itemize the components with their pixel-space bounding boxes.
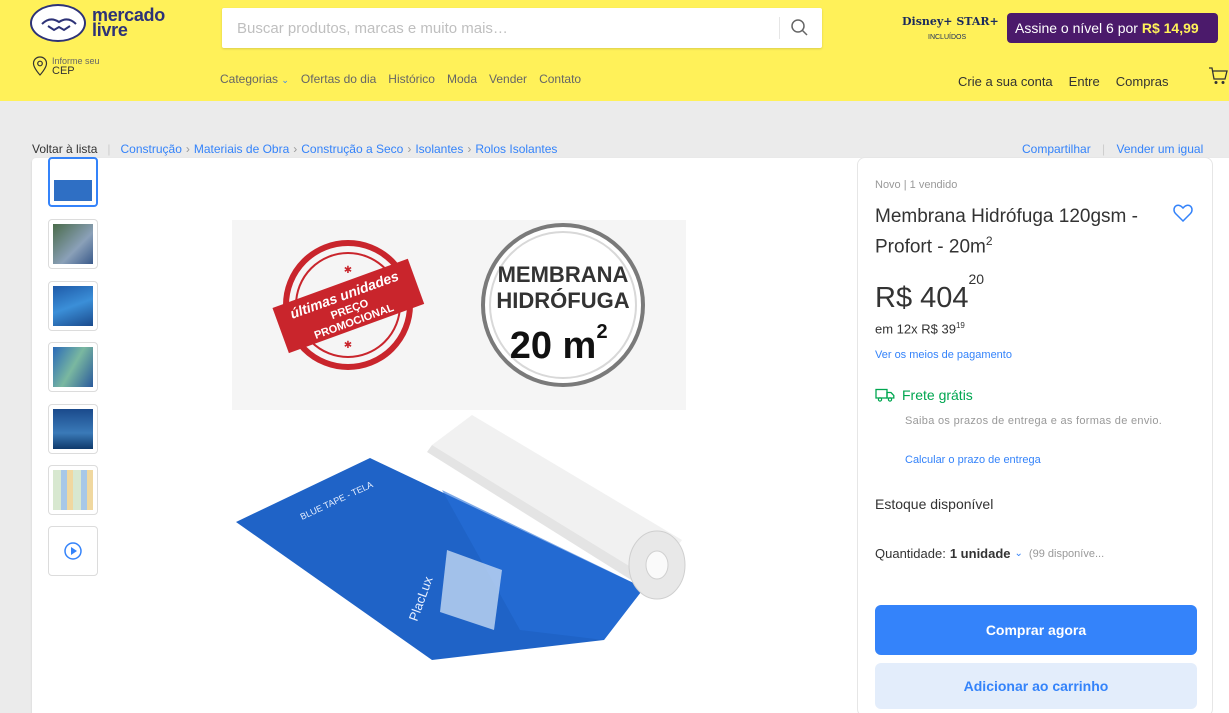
svg-text:✱: ✱	[344, 340, 352, 351]
search-button[interactable]	[788, 16, 812, 40]
calculate-delivery-link[interactable]: Calcular o prazo de entrega	[905, 454, 1041, 466]
sell-similar-link[interactable]: Vender um igual	[1117, 142, 1204, 156]
quantity-label: Quantidade:	[875, 546, 946, 561]
disney-included-label: INCLUÍDOS	[928, 34, 967, 41]
thumbnail-6[interactable]	[48, 465, 98, 515]
logo-text-line2: livre	[92, 20, 128, 40]
purchases-link[interactable]: Compras	[1116, 74, 1169, 89]
payment-methods-link[interactable]: Ver os meios de pagamento	[875, 349, 1012, 361]
user-nav: Crie a sua conta Entre Compras	[958, 74, 1169, 89]
search-icon	[791, 19, 808, 36]
stock-status: Estoque disponível	[875, 496, 994, 512]
disney-brand: Disney+ STAR+	[902, 15, 999, 28]
buy-now-button[interactable]: Comprar agora	[875, 605, 1197, 655]
favorite-button[interactable]	[1173, 204, 1193, 227]
free-shipping: Frete grátis	[875, 387, 973, 403]
product-seal: MEMBRANA HIDRÓFUGA 20 m 2	[481, 223, 645, 387]
quantity-selector[interactable]: Quantidade: 1 unidade ⌄ (99 disponíve...	[875, 546, 1104, 561]
quantity-value[interactable]: 1 unidade	[950, 546, 1011, 561]
location-pin-icon	[32, 56, 48, 76]
membrane-roll: BLUE TAPE - TELA PlacLux	[236, 415, 686, 660]
truck-icon	[875, 388, 895, 402]
thumbnail-4[interactable]	[48, 342, 98, 392]
nav-ofertas[interactable]: Ofertas do dia	[301, 72, 376, 86]
nav-vender[interactable]: Vender	[489, 72, 527, 86]
video-thumbnail[interactable]	[48, 526, 98, 576]
product-title: Membrana Hidrófuga 120gsm - Profort - 20…	[875, 206, 1138, 258]
location-cep: CEP	[52, 65, 75, 77]
chevron-right-icon: ›	[185, 142, 190, 156]
share-link[interactable]: Compartilhar	[1022, 142, 1091, 156]
location-selector[interactable]: Informe seu CEP	[32, 56, 100, 77]
breadcrumb-item[interactable]: Construção	[121, 142, 182, 156]
product-main-image[interactable]: últimas unidades PREÇO PROMOCIONAL ✱ ✱ M…	[232, 220, 686, 668]
search-divider	[779, 17, 780, 39]
seal-line2: HIDRÓFUGA	[496, 288, 629, 313]
condition-sold: Novo | 1 vendido	[875, 179, 958, 191]
quantity-available: (99 disponíve...	[1028, 547, 1105, 560]
login-link[interactable]: Entre	[1069, 74, 1100, 89]
share-links: Compartilhar | Vender um igual	[1022, 142, 1203, 156]
nav-categorias[interactable]: Categorias ⌄	[220, 72, 289, 86]
seal-line1: MEMBRANA	[498, 262, 629, 287]
breadcrumb: Voltar à lista | Construção › Materiais …	[32, 142, 557, 156]
seal-superscript: 2	[596, 321, 607, 343]
shipping-description: Saiba os prazos de entrega e as formas d…	[905, 415, 1163, 427]
search-input[interactable]	[222, 8, 762, 48]
search-bar	[222, 8, 822, 48]
add-to-cart-button[interactable]: Adicionar ao carrinho	[875, 663, 1197, 709]
create-account-link[interactable]: Crie a sua conta	[958, 74, 1053, 89]
svg-text:✱: ✱	[344, 265, 352, 276]
breadcrumb-item[interactable]: Rolos Isolantes	[475, 142, 557, 156]
product-price: R$ 40420	[875, 271, 985, 314]
chevron-down-icon: ⌄	[1014, 548, 1023, 559]
chevron-right-icon: ›	[293, 142, 298, 156]
cart-icon	[1209, 67, 1228, 84]
breadcrumb-divider: |	[107, 142, 111, 156]
breadcrumb-item[interactable]: Isolantes	[415, 142, 463, 156]
header: mercado livre Disney+ STAR+ INCLUÍDOS As…	[0, 0, 1229, 101]
promo-price: R$ 14,99	[1141, 20, 1199, 36]
thumbnail-2[interactable]	[48, 219, 98, 269]
play-icon	[64, 542, 82, 560]
logo[interactable]: mercado livre	[30, 4, 165, 42]
cart-button[interactable]	[1208, 66, 1229, 91]
thumbnail-1[interactable]	[48, 157, 98, 207]
nav-moda[interactable]: Moda	[447, 72, 477, 86]
chevron-right-icon: ›	[467, 142, 472, 156]
breadcrumb-item[interactable]: Construção a Seco	[301, 142, 403, 156]
nav-historico[interactable]: Histórico	[388, 72, 435, 86]
chevron-down-icon: ⌄	[281, 75, 289, 85]
chevron-right-icon: ›	[407, 142, 412, 156]
price-cents: 20	[968, 271, 985, 288]
main-nav: Categorias ⌄ Ofertas do dia Histórico Mo…	[220, 72, 581, 86]
disney-star-logo[interactable]: Disney+ STAR+ INCLUÍDOS	[898, 12, 1008, 46]
thumbnail-3[interactable]	[48, 281, 98, 331]
seal-line3: 20 m	[510, 325, 597, 367]
share-divider: |	[1102, 142, 1106, 156]
subscription-promo[interactable]: Assine o nível 6 por R$ 14,99	[1007, 13, 1218, 43]
handshake-icon	[30, 4, 86, 42]
promo-text: Assine o nível 6 por	[1015, 20, 1142, 36]
thumbnail-5[interactable]	[48, 404, 98, 454]
breadcrumb-item[interactable]: Materiais de Obra	[194, 142, 289, 156]
free-shipping-label: Frete grátis	[902, 387, 973, 403]
installments: em 12x R$ 3919	[875, 321, 965, 337]
back-to-list-link[interactable]: Voltar à lista	[32, 142, 97, 156]
nav-contato[interactable]: Contato	[539, 72, 581, 86]
heart-icon	[1173, 204, 1193, 223]
